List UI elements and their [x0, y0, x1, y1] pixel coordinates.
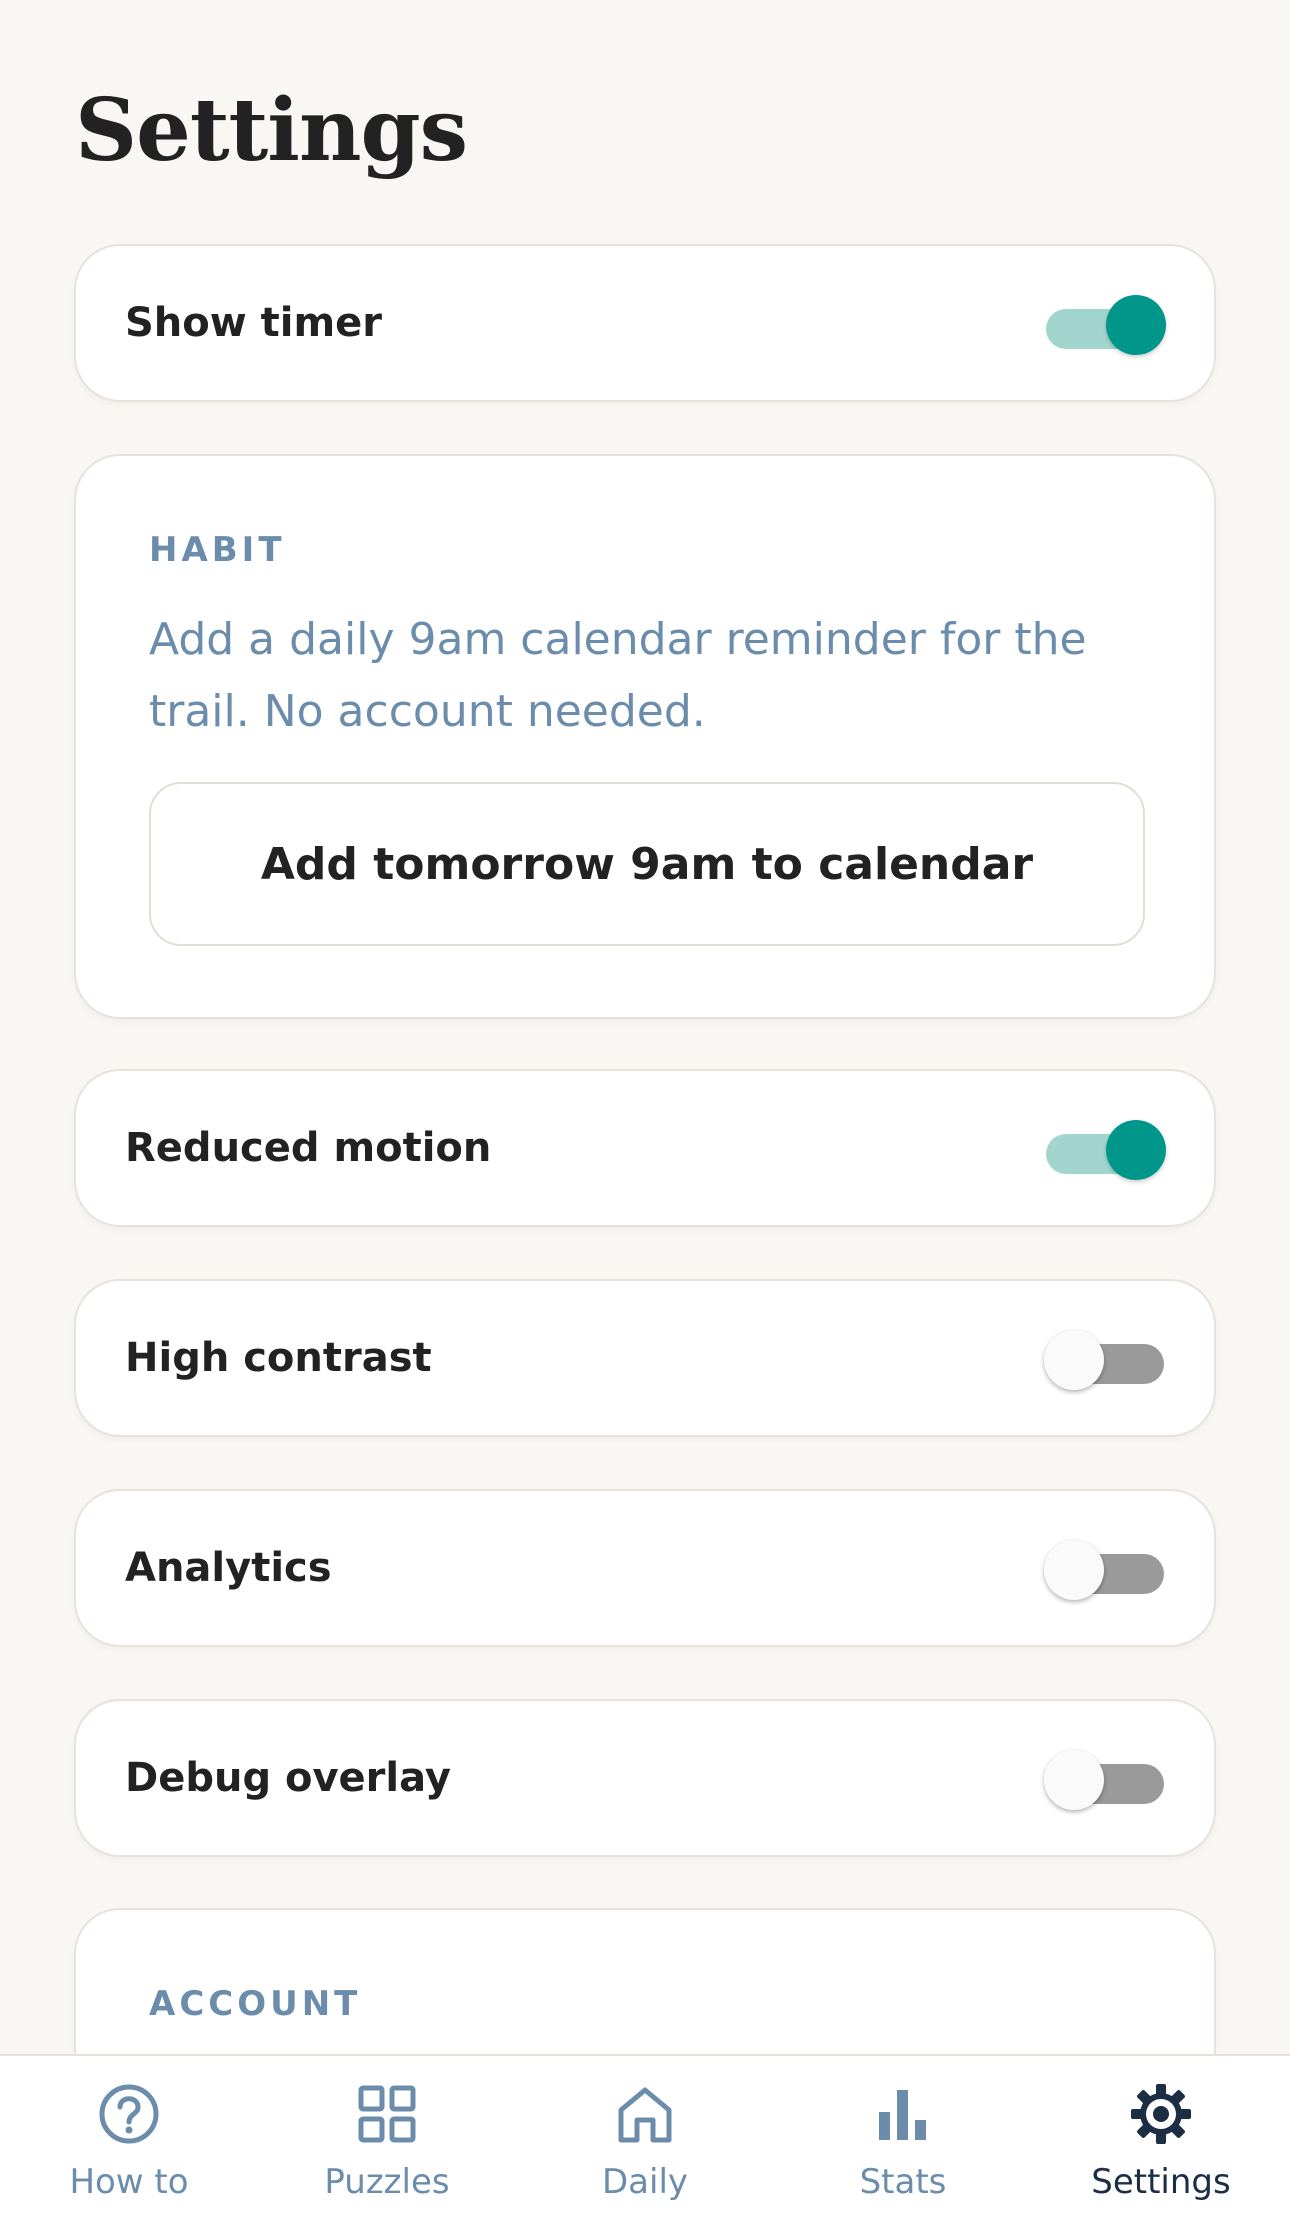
- tab-settings[interactable]: Settings: [1032, 2056, 1290, 2220]
- analytics-toggle[interactable]: [1044, 1537, 1166, 1600]
- debug-overlay-toggle[interactable]: [1044, 1747, 1166, 1810]
- setting-analytics: Analytics: [74, 1489, 1216, 1647]
- account-heading: ACCOUNT: [149, 1984, 362, 2024]
- tab-label: Puzzles: [324, 2162, 450, 2202]
- high-contrast-toggle[interactable]: [1044, 1327, 1166, 1390]
- setting-high-contrast: High contrast: [74, 1279, 1216, 1437]
- show-timer-toggle[interactable]: [1044, 292, 1166, 355]
- toggle-knob: [1044, 1330, 1104, 1390]
- setting-debug-overlay: Debug overlay: [74, 1699, 1216, 1857]
- help-circle-icon: [99, 2084, 159, 2144]
- tab-puzzles[interactable]: Puzzles: [258, 2056, 516, 2220]
- tab-label: How to: [69, 2162, 189, 2202]
- gear-icon: [1131, 2084, 1191, 2144]
- toggle-knob: [1106, 295, 1166, 355]
- habit-description: Add a daily 9am calendar reminder for th…: [149, 614, 1087, 737]
- page-title: Settings: [75, 80, 468, 181]
- add-to-calendar-button[interactable]: Add tomorrow 9am to calendar: [149, 782, 1145, 946]
- grid-icon: [358, 2085, 416, 2143]
- tab-stats[interactable]: Stats: [774, 2056, 1032, 2220]
- tab-label: Daily: [601, 2162, 689, 2202]
- bottom-tab-bar: How to Puzzles Daily Stats Settings: [0, 2054, 1290, 2220]
- toggle-knob: [1044, 1750, 1104, 1810]
- setting-label: Show timer: [125, 300, 383, 346]
- setting-label: Debug overlay: [125, 1755, 451, 1801]
- setting-reduced-motion: Reduced motion: [74, 1069, 1216, 1227]
- tab-label: Stats: [859, 2162, 947, 2202]
- tab-how-to[interactable]: How to: [0, 2056, 258, 2220]
- setting-label: High contrast: [125, 1335, 432, 1381]
- setting-show-timer: Show timer: [74, 244, 1216, 402]
- home-icon: [618, 2087, 672, 2143]
- toggle-knob: [1044, 1540, 1104, 1600]
- settings-page: Settings Show timer HABIT Add a daily 9a…: [0, 0, 1290, 2220]
- setting-label: Reduced motion: [125, 1125, 492, 1171]
- tab-daily[interactable]: Daily: [516, 2056, 774, 2220]
- habit-card: HABIT Add a daily 9am calendar reminder …: [74, 454, 1216, 1019]
- toggle-knob: [1106, 1120, 1166, 1180]
- habit-heading: HABIT: [149, 530, 286, 570]
- setting-label: Analytics: [125, 1545, 332, 1591]
- reduced-motion-toggle[interactable]: [1044, 1117, 1166, 1180]
- bar-chart-icon: [879, 2090, 926, 2140]
- tab-label: Settings: [1091, 2162, 1231, 2202]
